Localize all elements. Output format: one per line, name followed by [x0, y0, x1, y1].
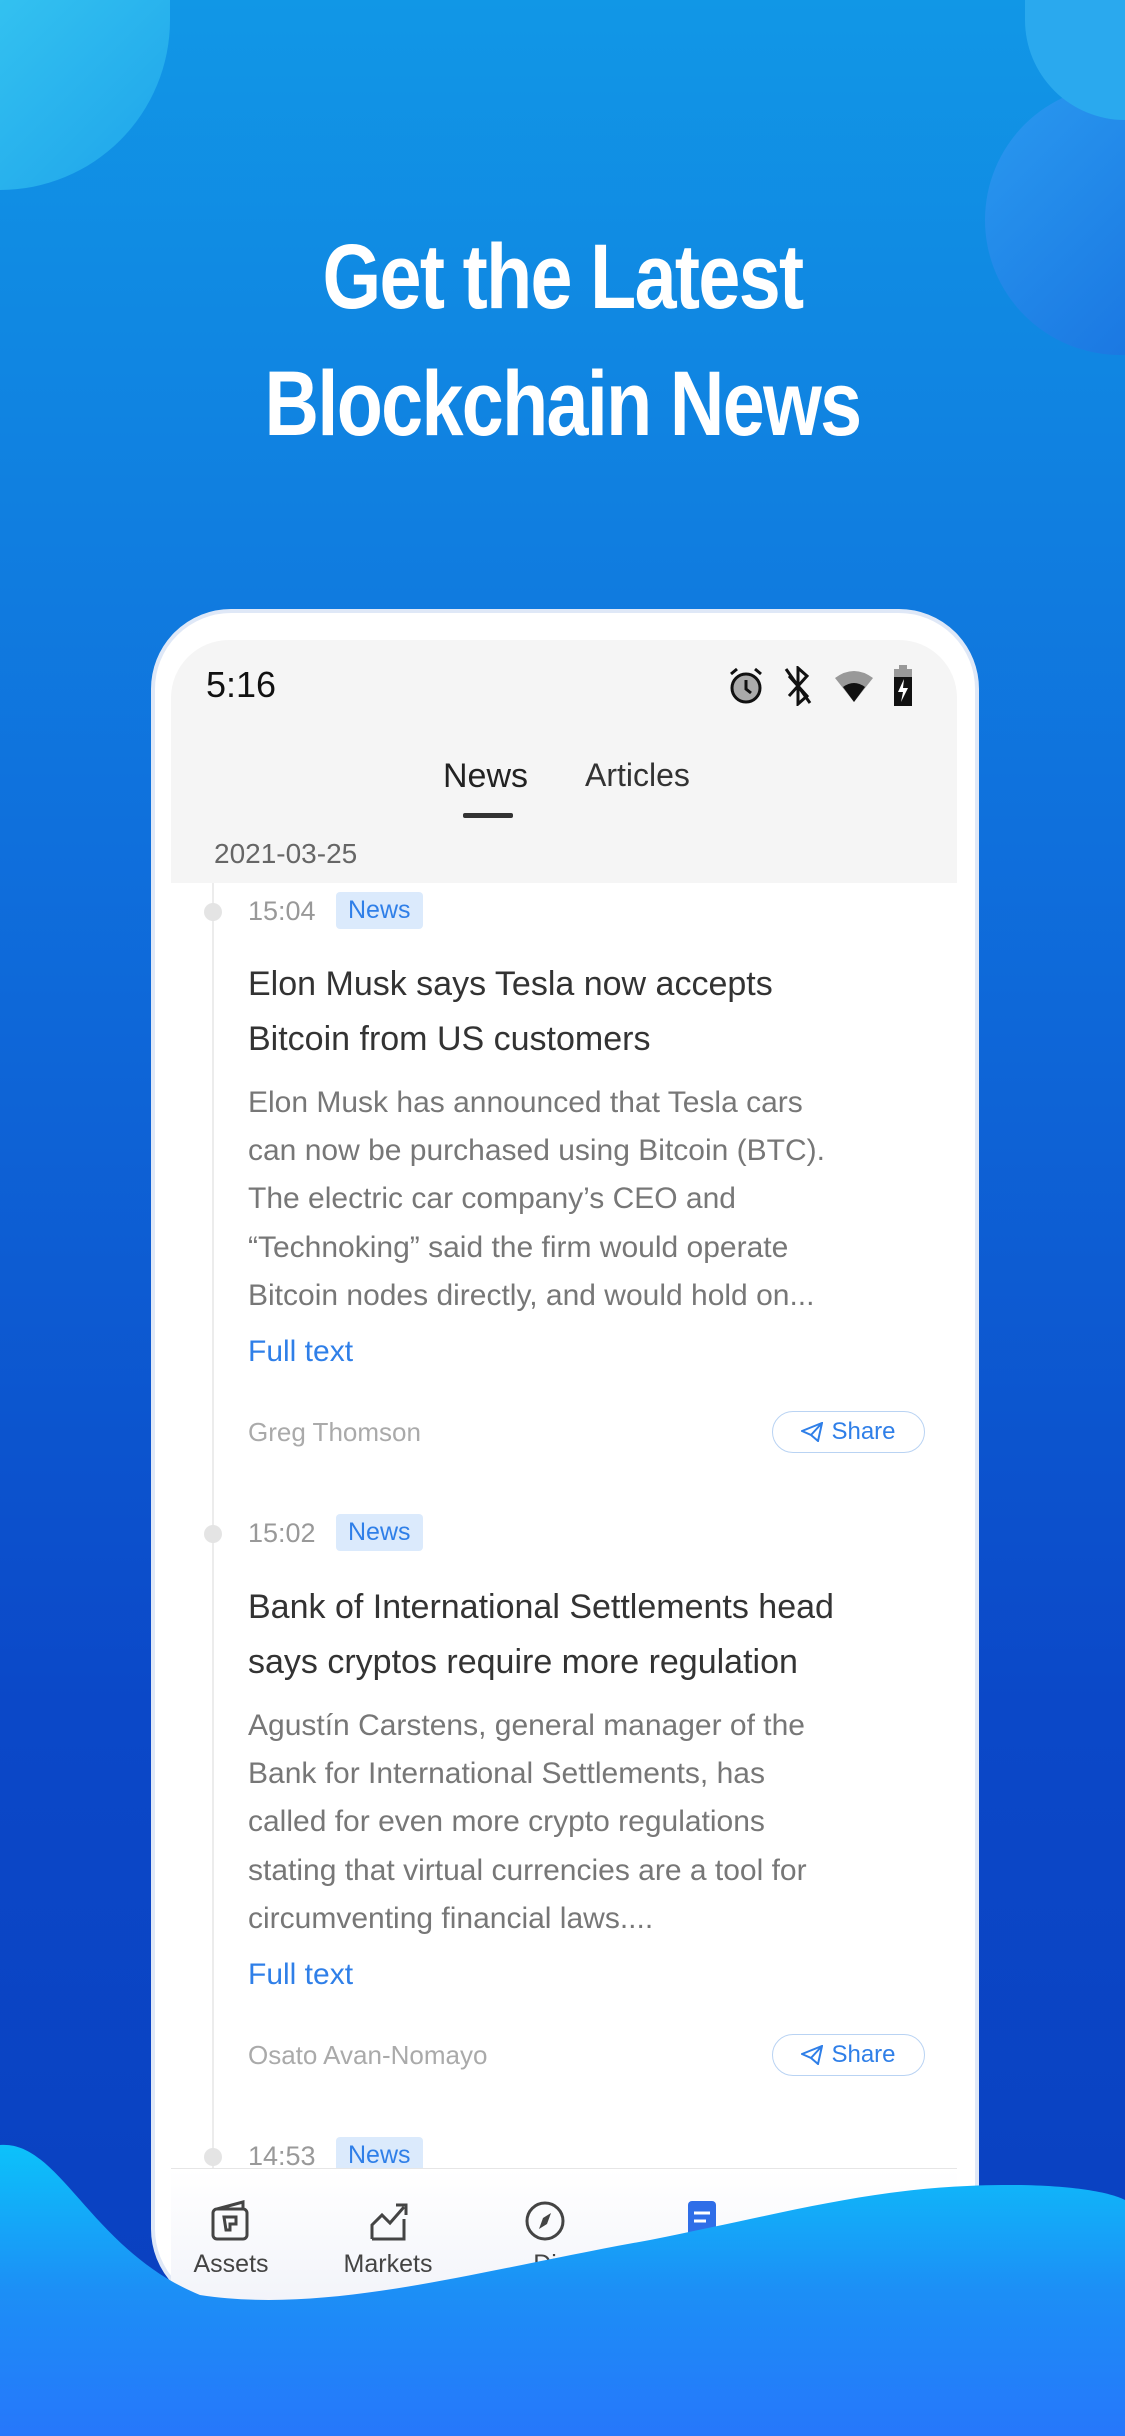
- full-text-link[interactable]: Full text: [248, 1958, 353, 1992]
- battery-charging-icon: [894, 665, 912, 706]
- news-title[interactable]: Elon Musk says Tesla now accepts: [248, 957, 773, 1012]
- news-time: 15:02: [248, 1518, 316, 1548]
- full-text-link[interactable]: Full text: [248, 1335, 353, 1369]
- timeline-dot: [204, 1525, 222, 1543]
- news-body: can now be purchased using Bitcoin (BTC)…: [248, 1134, 825, 1167]
- news-time: 15:04: [248, 896, 316, 926]
- paper-plane-icon: [801, 1422, 824, 1442]
- alarm-icon: [730, 667, 762, 704]
- header: 5:16 News Articles 2021-03-25: [171, 640, 957, 883]
- timeline-dot: [204, 903, 222, 921]
- news-title[interactable]: says cryptos require more regulation: [248, 1635, 798, 1690]
- headline-line-2: Blockchain News: [264, 353, 863, 455]
- share-label: Share: [831, 2041, 896, 2068]
- share-button[interactable]: Share: [772, 2034, 925, 2076]
- date-header: 2021-03-25: [214, 838, 358, 869]
- news-body: circumventing financial laws....: [248, 1902, 654, 1935]
- news-body: called for even more crypto regulations: [248, 1805, 765, 1838]
- news-title[interactable]: Bitcoin from US customers: [248, 1012, 650, 1067]
- news-body: Bank for International Settlements, has: [248, 1757, 765, 1790]
- phone-screen: 5:16 News Articles 2021-03-25 15:04 News…: [171, 640, 957, 2340]
- news-author: Greg Thomson: [248, 1417, 421, 1447]
- news-body: Bitcoin nodes directly, and would hold o…: [248, 1279, 815, 1312]
- status-time: 5:16: [206, 664, 277, 705]
- news-body: stating that virtual currencies are a to…: [248, 1854, 807, 1887]
- news-body: “Technoking” said the firm would operate: [248, 1231, 789, 1264]
- tab-active-indicator: [463, 813, 513, 818]
- news-title[interactable]: Bank of International Settlements head: [248, 1580, 834, 1635]
- share-label: Share: [831, 1418, 896, 1445]
- bg-circle: [0, 0, 170, 190]
- news-body: The electric car company’s CEO and: [248, 1182, 736, 1215]
- bottom-wave: [0, 2144, 1125, 2436]
- news-badge: News: [336, 892, 423, 929]
- tab-news[interactable]: News: [443, 757, 528, 796]
- bluetooth-off-icon: [784, 666, 812, 706]
- bg-circle: [1025, 0, 1125, 120]
- wifi-icon: [835, 671, 873, 702]
- news-badge: News: [336, 1514, 423, 1551]
- share-button[interactable]: Share: [772, 1411, 925, 1453]
- news-author: Osato Avan-Nomayo: [248, 2040, 488, 2070]
- news-body: Elon Musk has announced that Tesla cars: [248, 1086, 803, 1119]
- paper-plane-icon: [801, 2045, 824, 2065]
- headline-line-1: Get the Latest: [322, 226, 804, 328]
- tab-articles[interactable]: Articles: [585, 757, 690, 794]
- news-body: Agustín Carstens, general manager of the: [248, 1709, 805, 1742]
